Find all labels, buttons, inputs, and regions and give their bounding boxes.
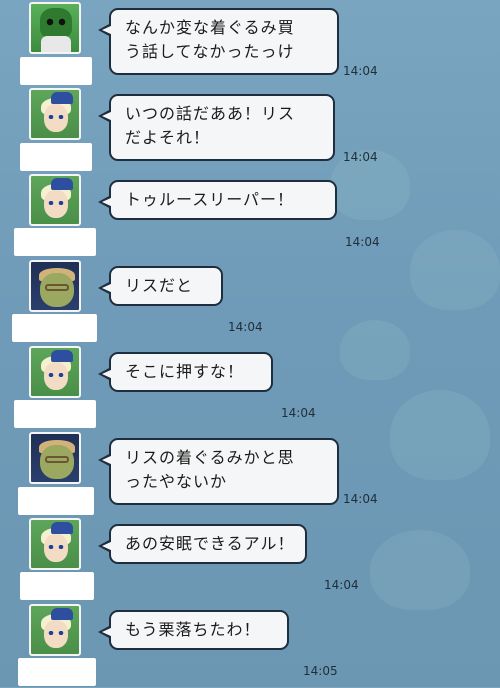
name-plate (14, 228, 96, 256)
timestamp: 14:04 (343, 150, 378, 164)
timestamp: 14:04 (345, 235, 380, 249)
elf-blue-hat-avatar[interactable] (29, 518, 81, 570)
ogre-glasses-avatar[interactable] (29, 432, 81, 484)
message-bubble[interactable]: なんか変な着ぐるみ買 う話してなかったっけ (98, 8, 339, 75)
chat-message: トゥルースリーパー！ 14:04 (0, 172, 500, 258)
chat-message: あの安眠できるアル！ 14:04 (0, 516, 500, 602)
message-text: あの安眠できるアル！ (125, 534, 295, 553)
name-plate (20, 143, 92, 171)
message-text: う話してなかったっけ (125, 42, 295, 61)
name-plate (18, 658, 96, 686)
message-text: リスだと (125, 276, 194, 295)
timestamp: 14:04 (228, 320, 263, 334)
chat-message: リスだと 14:04 (0, 258, 500, 344)
chat-log: なんか変な着ぐるみ買 う話してなかったっけ 14:04 いつの話だああ！リス だ… (0, 0, 500, 687)
chat-message: いつの話だああ！リス だよそれ！ 14:04 (0, 86, 500, 172)
chat-message: なんか変な着ぐるみ買 う話してなかったっけ 14:04 (0, 0, 500, 86)
timestamp: 14:04 (343, 64, 378, 78)
timestamp: 14:04 (281, 406, 316, 420)
message-text: なんか変な着ぐるみ買 (125, 18, 295, 37)
name-plate (14, 400, 96, 428)
message-bubble[interactable]: あの安眠できるアル！ (98, 524, 307, 564)
ogre-glasses-avatar[interactable] (29, 260, 81, 312)
chat-message: そこに押すな！ 14:04 (0, 344, 500, 430)
chat-message: リスの着ぐるみかと思 ったやないか 14:04 (0, 430, 500, 516)
message-bubble[interactable]: リスだと (98, 266, 223, 306)
name-plate (20, 572, 94, 600)
message-bubble[interactable]: そこに押すな！ (98, 352, 273, 392)
masked-character-avatar[interactable] (29, 2, 81, 54)
name-plate (18, 487, 94, 515)
message-text: ったやないか (125, 472, 228, 491)
message-text: そこに押すな！ (125, 362, 245, 381)
elf-blue-hat-avatar[interactable] (29, 346, 81, 398)
elf-blue-hat-avatar[interactable] (29, 604, 81, 656)
message-bubble[interactable]: トゥルースリーパー！ (98, 180, 337, 220)
elf-blue-hat-avatar[interactable] (29, 174, 81, 226)
name-plate (20, 57, 92, 85)
message-text: トゥルースリーパー！ (125, 190, 295, 209)
timestamp: 14:04 (343, 492, 378, 506)
message-text: もう栗落ちたわ！ (125, 620, 261, 639)
chat-message: もう栗落ちたわ！ 14:05 (0, 602, 500, 688)
elf-blue-hat-avatar[interactable] (29, 88, 81, 140)
message-text: リスの着ぐるみかと思 (125, 448, 295, 467)
message-text: だよそれ！ (125, 128, 211, 147)
timestamp: 14:05 (303, 664, 338, 678)
timestamp: 14:04 (324, 578, 359, 592)
message-bubble[interactable]: いつの話だああ！リス だよそれ！ (98, 94, 335, 161)
name-plate (12, 314, 97, 342)
message-bubble[interactable]: もう栗落ちたわ！ (98, 610, 289, 650)
message-bubble[interactable]: リスの着ぐるみかと思 ったやないか (98, 438, 339, 505)
message-text: いつの話だああ！リス (125, 104, 296, 123)
